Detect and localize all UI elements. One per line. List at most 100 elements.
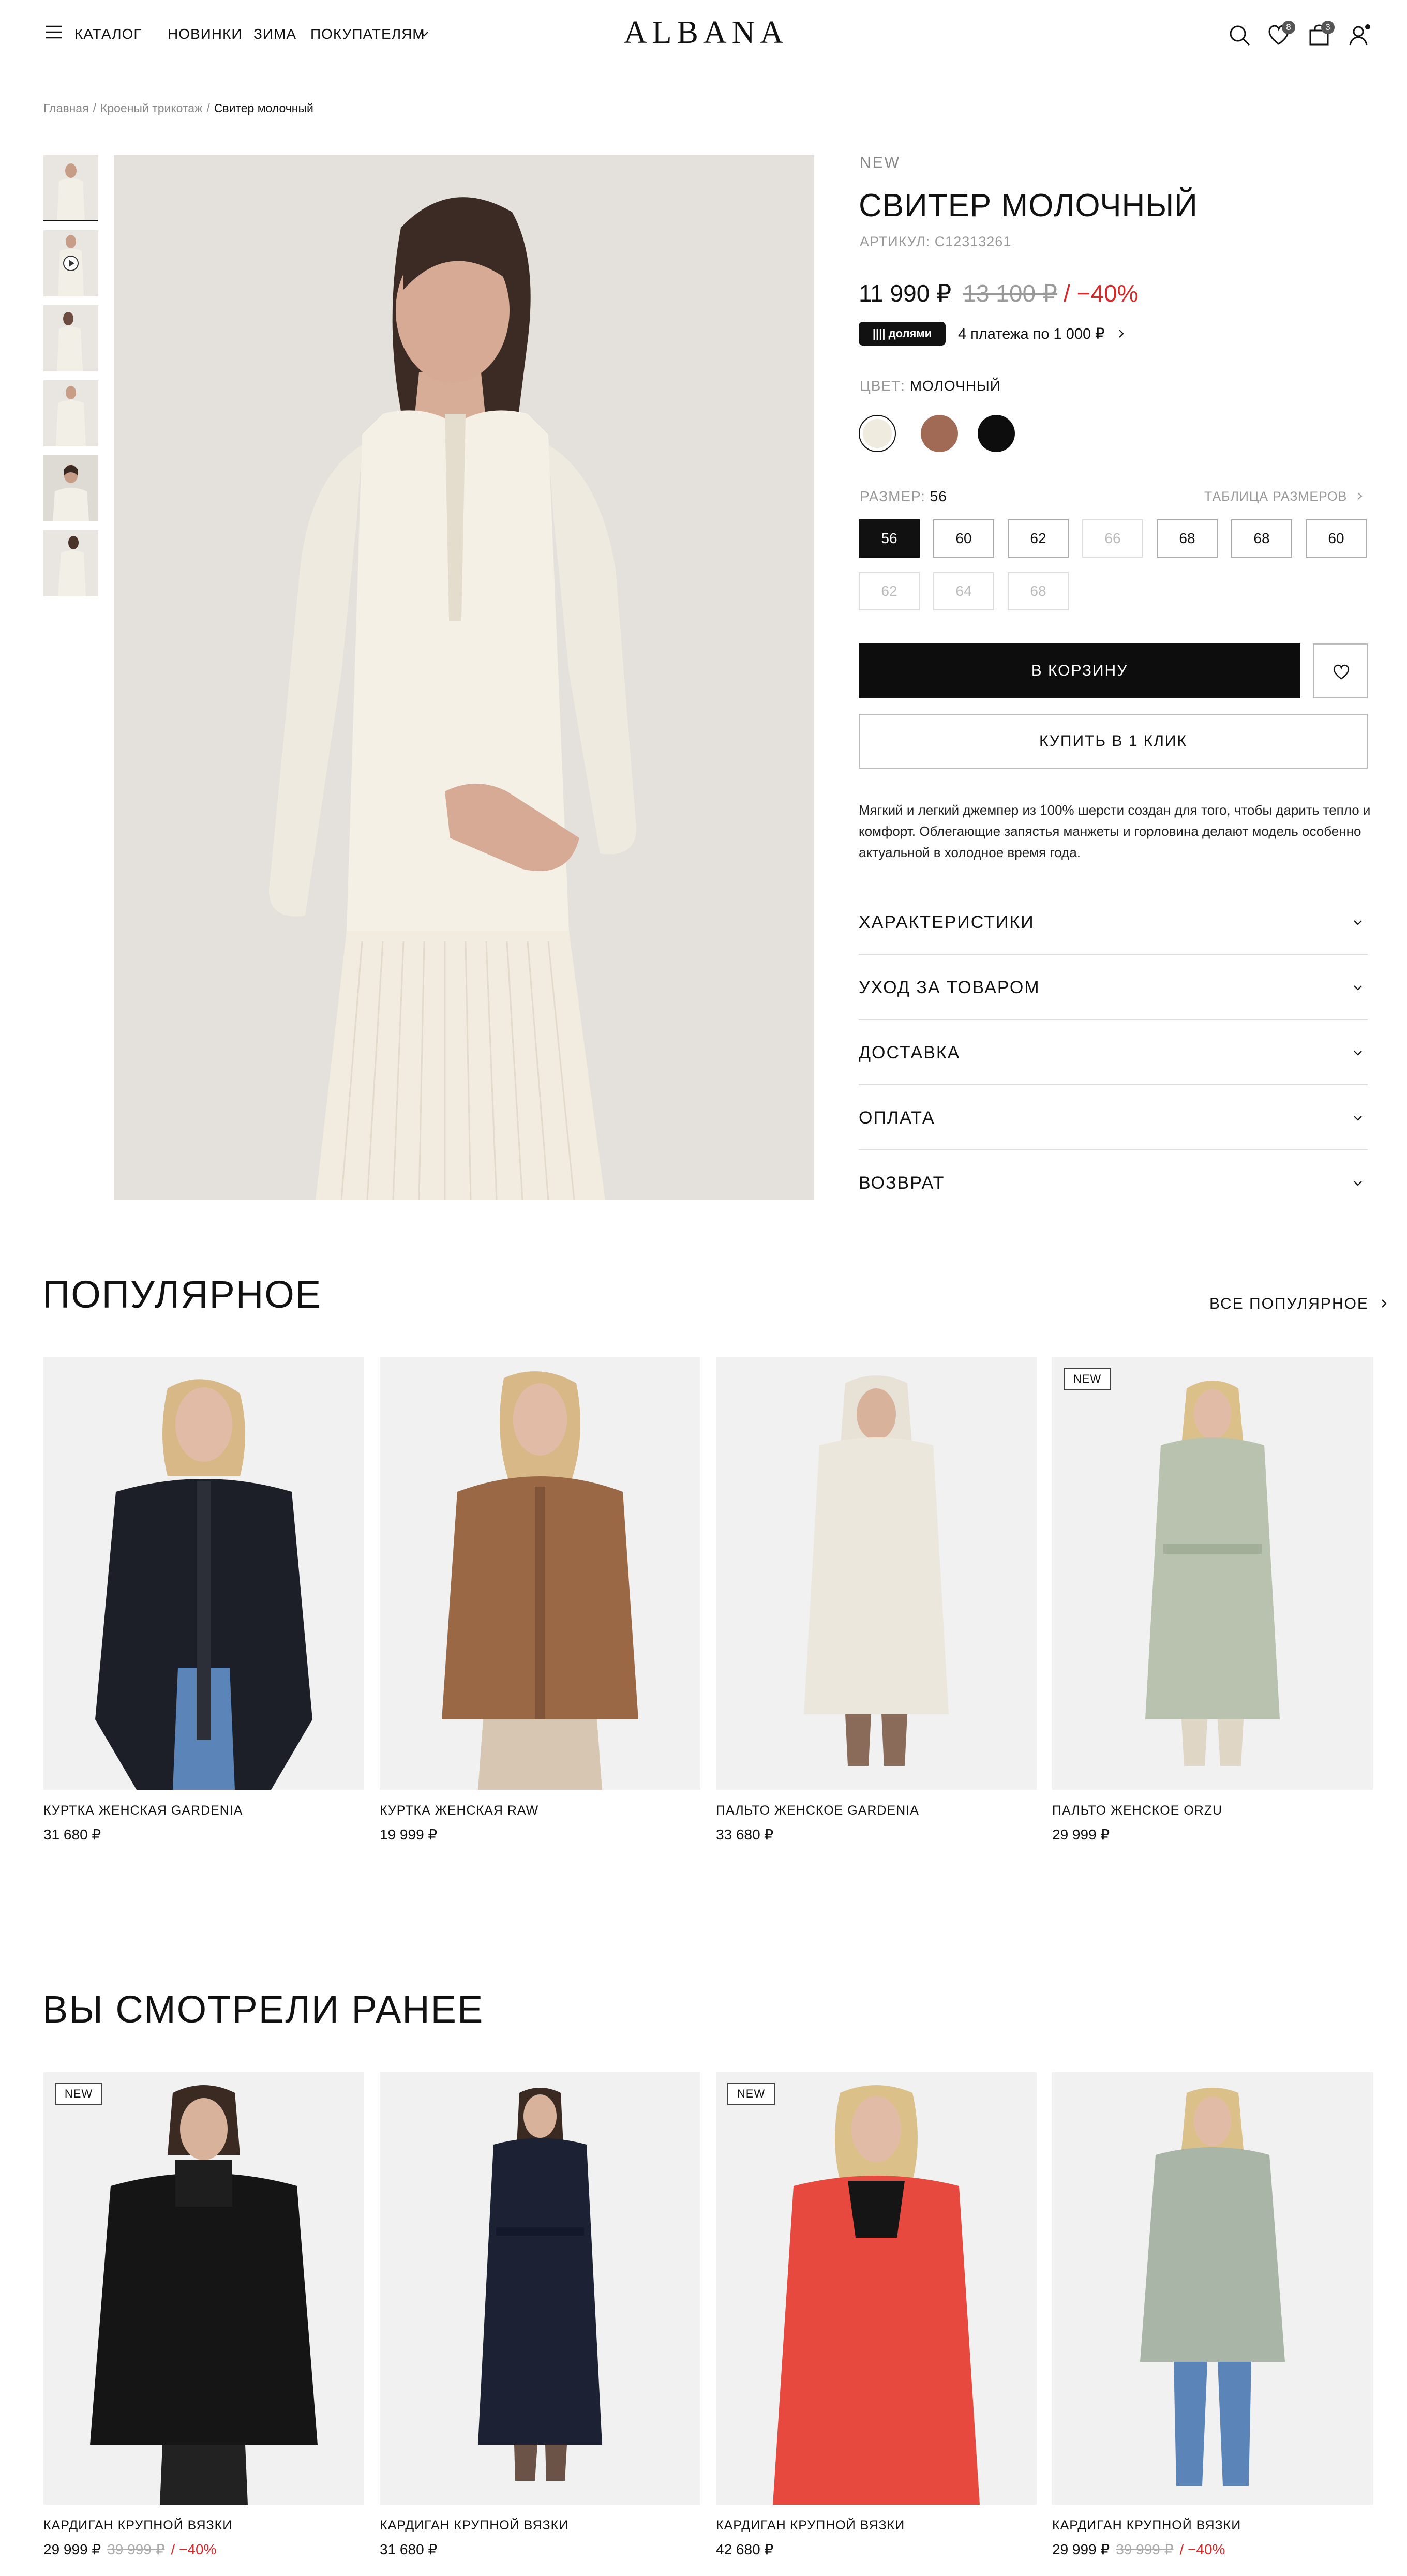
add-to-favorites-button[interactable]: [1313, 643, 1368, 698]
product-thumbnail[interactable]: [43, 455, 98, 521]
color-value: МОЛОЧНЫЙ: [909, 378, 1001, 394]
product-old-price: 13 100 ₽: [963, 280, 1058, 307]
chevron-down-icon[interactable]: [419, 29, 429, 39]
accordion-label: УХОД ЗА ТОВАРОМ: [859, 978, 1040, 997]
product-card-image[interactable]: [380, 1357, 700, 1790]
accordion-characteristics[interactable]: ХАРАКТЕРИСТИКИ: [859, 890, 1368, 955]
buy-one-click-button[interactable]: КУПИТЬ В 1 КЛИК: [859, 714, 1368, 769]
product-card-image[interactable]: [43, 2072, 364, 2505]
new-badge: NEW: [727, 2083, 775, 2105]
all-popular-text: ВСЕ ПОПУЛЯРНОЕ: [1209, 1295, 1369, 1312]
heart-icon: [1333, 664, 1350, 683]
accordion-label: ВОЗВРАТ: [859, 1173, 945, 1193]
nav-winter[interactable]: ЗИМА: [253, 26, 296, 42]
brand-logo[interactable]: ALBANA: [616, 14, 797, 51]
search-icon[interactable]: [1227, 23, 1252, 48]
product-price-row: 11 990 ₽ 13 100 ₽ / −40%: [859, 279, 1139, 307]
product-card-name[interactable]: КАРДИГАН КРУПНОЙ ВЯЗКИ: [716, 2518, 905, 2533]
product-thumbnail[interactable]: [43, 530, 98, 596]
product-main-image[interactable]: [114, 155, 814, 1200]
product-card-price: 33 680 ₽: [716, 1826, 773, 1843]
accordion-payment[interactable]: ОПЛАТА: [859, 1085, 1368, 1150]
product-video-thumbnail[interactable]: [43, 230, 98, 296]
product-card-name[interactable]: КУРТКА ЖЕНСКАЯ GARDENIA: [43, 1803, 243, 1818]
product-card-name[interactable]: ПАЛЬТО ЖЕНСКОЕ GARDENIA: [716, 1803, 919, 1818]
size-label-text: РАЗМЕР:: [860, 488, 925, 504]
size-option-unavailable: 64: [933, 572, 994, 610]
product-card-image[interactable]: [716, 1357, 1037, 1790]
product-description: Мягкий и легкий джемпер из 100% шерсти с…: [859, 802, 1371, 860]
product-card-price-value: 29 999 ₽: [1052, 1826, 1110, 1843]
add-to-cart-button[interactable]: В КОРЗИНУ: [859, 643, 1300, 698]
size-option-unavailable: 66: [1082, 519, 1143, 558]
product-card-name[interactable]: ПАЛЬТО ЖЕНСКОЕ ORZU: [1052, 1803, 1222, 1818]
site-header: КАТАЛОГ НОВИНКИ ЗИМА ПОКУПАТЕЛЯМ ALBANA …: [0, 0, 1407, 72]
catalog-link[interactable]: КАТАЛОГ: [74, 26, 142, 42]
product-new-badge: NEW: [860, 154, 901, 171]
size-option[interactable]: 60: [1306, 519, 1367, 558]
product-card-price: 29 999 ₽ 39 999 ₽ / −40%: [43, 2541, 216, 2558]
size-option[interactable]: 68: [1231, 519, 1292, 558]
size-option[interactable]: 68: [1157, 519, 1218, 558]
nav-new[interactable]: НОВИНКИ: [168, 26, 242, 42]
product-thumbnail[interactable]: [43, 380, 98, 446]
product-card-discount: / −40%: [171, 2541, 217, 2557]
size-label: РАЗМЕР: 56: [860, 488, 947, 505]
dolyami-logo[interactable]: |||| долями: [859, 322, 946, 346]
product-card-image[interactable]: [380, 2072, 700, 2505]
product-card-image[interactable]: [1052, 1357, 1373, 1790]
product-card-name[interactable]: КАРДИГАН КРУПНОЙ ВЯЗКИ: [43, 2518, 232, 2533]
product-card-image[interactable]: [43, 1357, 364, 1790]
color-swatch-brown[interactable]: [921, 415, 958, 452]
popular-section-title: ПОПУЛЯРНОЕ: [42, 1273, 322, 1316]
color-swatch-black[interactable]: [978, 415, 1015, 452]
product-card-name[interactable]: КАРДИГАН КРУПНОЙ ВЯЗКИ: [380, 2518, 568, 2533]
user-icon[interactable]: [1347, 23, 1372, 48]
product-thumbnail[interactable]: [43, 305, 98, 371]
product-card-price: 31 680 ₽: [380, 2541, 437, 2558]
product-card-price-value: 29 999 ₽: [1052, 2541, 1110, 2557]
product-card-old-price: 39 999 ₽: [1116, 2541, 1174, 2557]
chevron-down-icon: [1350, 1175, 1366, 1191]
product-card-price-value: 29 999 ₽: [43, 2541, 101, 2557]
color-label: ЦВЕТ: МОЛОЧНЫЙ: [860, 378, 1001, 394]
size-option[interactable]: 56: [859, 519, 920, 558]
product-card-price: 31 680 ₽: [43, 1826, 101, 1843]
product-card-price-value: 31 680 ₽: [380, 2541, 438, 2557]
nav-customers[interactable]: ПОКУПАТЕЛЯМ: [310, 26, 425, 42]
size-option[interactable]: 60: [933, 519, 994, 558]
breadcrumb-category[interactable]: Кроеный трикотаж: [100, 101, 202, 115]
accordion-delivery[interactable]: ДОСТАВКА: [859, 1020, 1368, 1085]
installments-link[interactable]: 4 платежа по 1 000 ₽: [958, 325, 1126, 343]
product-card-image[interactable]: [716, 2072, 1037, 2505]
chevron-down-icon: [1350, 915, 1366, 930]
product-card-price: 29 999 ₽ 39 999 ₽ / −40%: [1052, 2541, 1225, 2558]
product-thumbnail[interactable]: [43, 155, 98, 221]
product-card-price-value: 33 680 ₽: [716, 1826, 774, 1843]
size-table-link[interactable]: ТАБЛИЦА РАЗМЕРОВ: [1204, 489, 1364, 504]
size-option-unavailable: 62: [859, 572, 920, 610]
menu-icon[interactable]: [44, 25, 63, 39]
product-card-price-value: 19 999 ₽: [380, 1826, 438, 1843]
product-card-price-value: 42 680 ₽: [716, 2541, 774, 2557]
breadcrumb: Главная / Кроеный трикотаж / Свитер молочный: [43, 101, 313, 115]
size-value: 56: [930, 488, 947, 504]
cart-count-badge: 3: [1321, 21, 1335, 34]
color-swatch-milky[interactable]: [859, 415, 896, 452]
accordion-care[interactable]: УХОД ЗА ТОВАРОМ: [859, 955, 1368, 1020]
product-price: 11 990 ₽: [859, 280, 952, 307]
size-option[interactable]: 62: [1008, 519, 1069, 558]
product-card-name[interactable]: КУРТКА ЖЕНСКАЯ RAW: [380, 1803, 538, 1818]
product-card-name[interactable]: КАРДИГАН КРУПНОЙ ВЯЗКИ: [1052, 2518, 1241, 2533]
new-badge: NEW: [55, 2083, 102, 2105]
all-popular-link[interactable]: ВСЕ ПОПУЛЯРНОЕ: [1209, 1295, 1388, 1313]
breadcrumb-home[interactable]: Главная: [43, 101, 89, 115]
product-card-image[interactable]: [1052, 2072, 1373, 2505]
accordion-label: ОПЛАТА: [859, 1108, 935, 1128]
accordion-label: ДОСТАВКА: [859, 1043, 961, 1062]
accordion-return[interactable]: ВОЗВРАТ: [859, 1150, 1368, 1216]
chevron-right-icon: [1380, 1295, 1388, 1313]
product-discount: / −40%: [1064, 280, 1139, 307]
viewed-section-title: ВЫ СМОТРЕЛИ РАНЕЕ: [42, 1988, 484, 2031]
chevron-down-icon: [1350, 1110, 1366, 1126]
